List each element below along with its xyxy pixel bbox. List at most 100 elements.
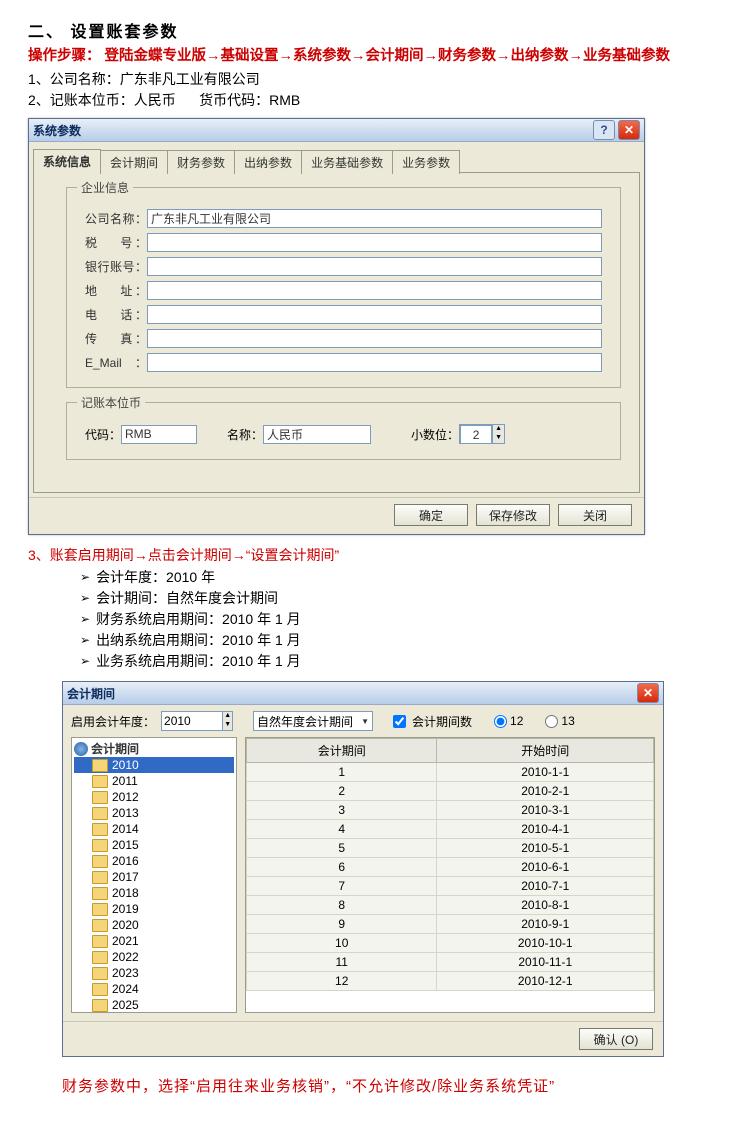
period-table: 会计期间 开始时间 12010-1-122010-2-132010-3-1420…	[246, 738, 654, 991]
path-step: 业务基础参数	[583, 44, 670, 65]
spin-down-icon[interactable]: ▼	[492, 434, 504, 443]
year-input[interactable]	[162, 712, 222, 730]
bullet-text: 业务系统启用期间：2010 年 1 月	[96, 651, 301, 671]
col-period[interactable]: 会计期间	[247, 739, 437, 763]
period-count-checkbox[interactable]	[393, 715, 406, 728]
tab-0[interactable]: 系统信息	[33, 149, 101, 173]
year-down-icon[interactable]: ▼	[222, 721, 232, 730]
period-count-check[interactable]	[393, 715, 406, 728]
table-row[interactable]: 122010-12-1	[247, 972, 654, 991]
cell-date: 2010-2-1	[437, 782, 654, 801]
path-step: 系统参数	[293, 44, 351, 65]
radio-12[interactable]	[494, 715, 507, 728]
tree-root[interactable]: 会计期间	[74, 740, 234, 757]
fax-input[interactable]	[147, 329, 602, 348]
dialog1-titlebar[interactable]: 系统参数 ? ✕	[29, 119, 644, 142]
year-tree[interactable]: 会计期间 20102011201220132014201520162017201…	[71, 737, 237, 1013]
bullet-item: ➢ 业务系统启用期间：2010 年 1 月	[80, 651, 718, 671]
tree-year[interactable]: 2022	[74, 949, 234, 965]
year-spinbox[interactable]: ▲▼	[161, 711, 233, 731]
cell-date: 2010-9-1	[437, 915, 654, 934]
radio-13[interactable]	[545, 715, 558, 728]
tree-year[interactable]: 2015	[74, 837, 234, 853]
tree-year[interactable]: 2016	[74, 853, 234, 869]
cell-date: 2010-11-1	[437, 953, 654, 972]
table-row[interactable]: 12010-1-1	[247, 763, 654, 782]
cell-period: 11	[247, 953, 437, 972]
dialog2-close-button[interactable]: ✕	[637, 683, 659, 703]
cell-period: 5	[247, 839, 437, 858]
tree-year[interactable]: 2014	[74, 821, 234, 837]
tab-5[interactable]: 业务参数	[392, 150, 460, 174]
combo-value: 自然年度会计期间	[257, 713, 353, 730]
company-name-input[interactable]	[147, 209, 602, 228]
table-row[interactable]: 32010-3-1	[247, 801, 654, 820]
currency-name-input[interactable]	[263, 425, 371, 444]
table-row[interactable]: 82010-8-1	[247, 896, 654, 915]
decimal-spinbox[interactable]: ▲▼	[459, 424, 505, 444]
tree-year[interactable]: 2020	[74, 917, 234, 933]
table-row[interactable]: 62010-6-1	[247, 858, 654, 877]
save-button[interactable]: 保存修改	[476, 504, 550, 526]
tree-year[interactable]: 2021	[74, 933, 234, 949]
table-row[interactable]: 42010-4-1	[247, 820, 654, 839]
arrow-icon: →	[569, 48, 584, 64]
bullet-item: ➢财务系统启用期间：2010 年 1 月	[80, 609, 718, 629]
tree-year[interactable]: 2011	[74, 773, 234, 789]
tab-1[interactable]: 会计期间	[100, 150, 168, 174]
tree-year-label: 2016	[112, 853, 139, 869]
dialog2-titlebar[interactable]: 会计期间 ✕	[63, 682, 663, 705]
tree-year[interactable]: 2017	[74, 869, 234, 885]
period-table-wrap: 会计期间 开始时间 12010-1-122010-2-132010-3-1420…	[245, 737, 655, 1013]
tel-input[interactable]	[147, 305, 602, 324]
tab-2[interactable]: 财务参数	[167, 150, 235, 174]
tree-year[interactable]: 2019	[74, 901, 234, 917]
folder-icon	[92, 871, 108, 884]
radio-12-wrap[interactable]: 12	[494, 714, 523, 728]
cell-date: 2010-1-1	[437, 763, 654, 782]
table-row[interactable]: 112010-11-1	[247, 953, 654, 972]
tab-3[interactable]: 出纳参数	[234, 150, 302, 174]
line1-value: 广东非凡工业有限公司	[120, 71, 260, 87]
table-row[interactable]: 92010-9-1	[247, 915, 654, 934]
tax-input[interactable]	[147, 233, 602, 252]
bank-input[interactable]	[147, 257, 602, 276]
tree-year[interactable]: 2025	[74, 997, 234, 1013]
tree-year[interactable]: 2012	[74, 789, 234, 805]
close-button[interactable]: ✕	[618, 120, 640, 140]
email-input[interactable]	[147, 353, 602, 372]
close-dialog-button[interactable]: 关闭	[558, 504, 632, 526]
cell-period: 9	[247, 915, 437, 934]
tree-year[interactable]: 2013	[74, 805, 234, 821]
table-row[interactable]: 22010-2-1	[247, 782, 654, 801]
section3-header: 3、账套启用期间→点击会计期间→“设置会计期间”	[28, 545, 718, 565]
confirm-button[interactable]: 确认 (O)	[579, 1028, 653, 1050]
cell-date: 2010-7-1	[437, 877, 654, 896]
bullet-item: ➢出纳系统启用期间：2010 年 1 月	[80, 630, 718, 650]
currency-code-input[interactable]	[121, 425, 197, 444]
tree-year[interactable]: 2023	[74, 965, 234, 981]
table-row[interactable]: 102010-10-1	[247, 934, 654, 953]
tree-year[interactable]: 2010	[74, 757, 234, 773]
tree-year[interactable]: 2018	[74, 885, 234, 901]
table-row[interactable]: 72010-7-1	[247, 877, 654, 896]
bullet-icon: ➢	[80, 654, 90, 668]
year-up-icon[interactable]: ▲	[222, 712, 232, 721]
tree-year-label: 2020	[112, 917, 139, 933]
radio-13-wrap[interactable]: 13	[545, 714, 574, 728]
table-row[interactable]: 52010-5-1	[247, 839, 654, 858]
help-button[interactable]: ?	[593, 120, 615, 140]
address-input[interactable]	[147, 281, 602, 300]
folder-icon	[92, 855, 108, 868]
period-type-combo[interactable]: 自然年度会计期间 ▼	[253, 711, 373, 731]
tree-year-label: 2018	[112, 885, 139, 901]
spin-up-icon[interactable]: ▲	[492, 425, 504, 434]
decimal-value[interactable]	[460, 425, 492, 444]
ok-button[interactable]: 确定	[394, 504, 468, 526]
tree-year[interactable]: 2024	[74, 981, 234, 997]
company-info-legend: 企业信息	[77, 179, 133, 196]
col-start[interactable]: 开始时间	[437, 739, 654, 763]
tab-4[interactable]: 业务基础参数	[301, 150, 393, 174]
tree-year-label: 2019	[112, 901, 139, 917]
dialog2-title: 会计期间	[67, 685, 115, 702]
